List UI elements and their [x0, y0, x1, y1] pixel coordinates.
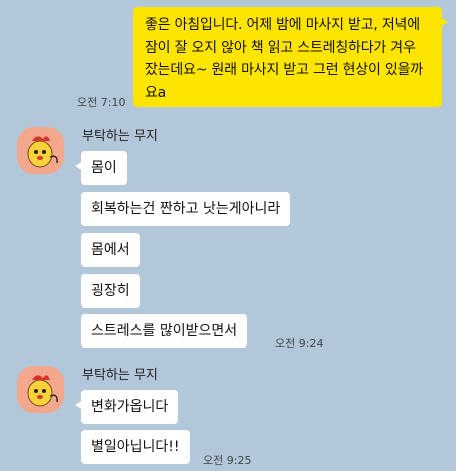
message-text: 몸이 — [91, 160, 117, 176]
message-time: 오전 9:25 — [203, 454, 252, 467]
sender-avatar[interactable] — [17, 366, 64, 413]
message-text: 몸에서 — [91, 242, 130, 258]
message-text: 스트레스를 많이받으면서 — [91, 323, 238, 339]
message-bubble[interactable]: 몸이 — [75, 151, 127, 185]
sender-avatar[interactable] — [17, 127, 64, 174]
message-text: 굉장히 — [91, 283, 130, 299]
muji-character-avatar-icon — [17, 366, 64, 413]
muji-character-avatar-icon — [17, 127, 64, 174]
message-text: 별일아닙니다!! — [91, 439, 180, 455]
outgoing-message-bubble[interactable]: 좋은 아침입니다. 어제 밤에 마사지 받고, 저녁에 잠이 잘 오지 않아 책… — [133, 7, 448, 107]
sender-name: 부탁하는 무지 — [82, 129, 158, 144]
message-bubble[interactable]: 변화가옵니다 — [74, 390, 179, 424]
sender-name: 부탁하는 무지 — [82, 368, 158, 383]
message-text: 변화가옵니다 — [91, 399, 169, 415]
message-bubble[interactable]: 스트레스를 많이받으면서 — [81, 314, 248, 348]
message-bubble[interactable]: 굉장히 — [81, 274, 140, 308]
message-bubble[interactable]: 몸에서 — [81, 233, 140, 267]
outgoing-message-text: 좋은 아침입니다. 어제 밤에 마사지 받고, 저녁에 잠이 잘 오지 않아 책… — [145, 17, 423, 101]
outgoing-message-time: 오전 7:10 — [77, 96, 126, 109]
message-bubble[interactable]: 회복하는건 짠하고 낫는게아니라 — [81, 192, 291, 226]
message-time: 오전 9:24 — [275, 337, 324, 350]
message-text: 회복하는건 짠하고 낫는게아니라 — [91, 201, 281, 217]
message-bubble[interactable]: 별일아닙니다!! — [81, 430, 190, 464]
